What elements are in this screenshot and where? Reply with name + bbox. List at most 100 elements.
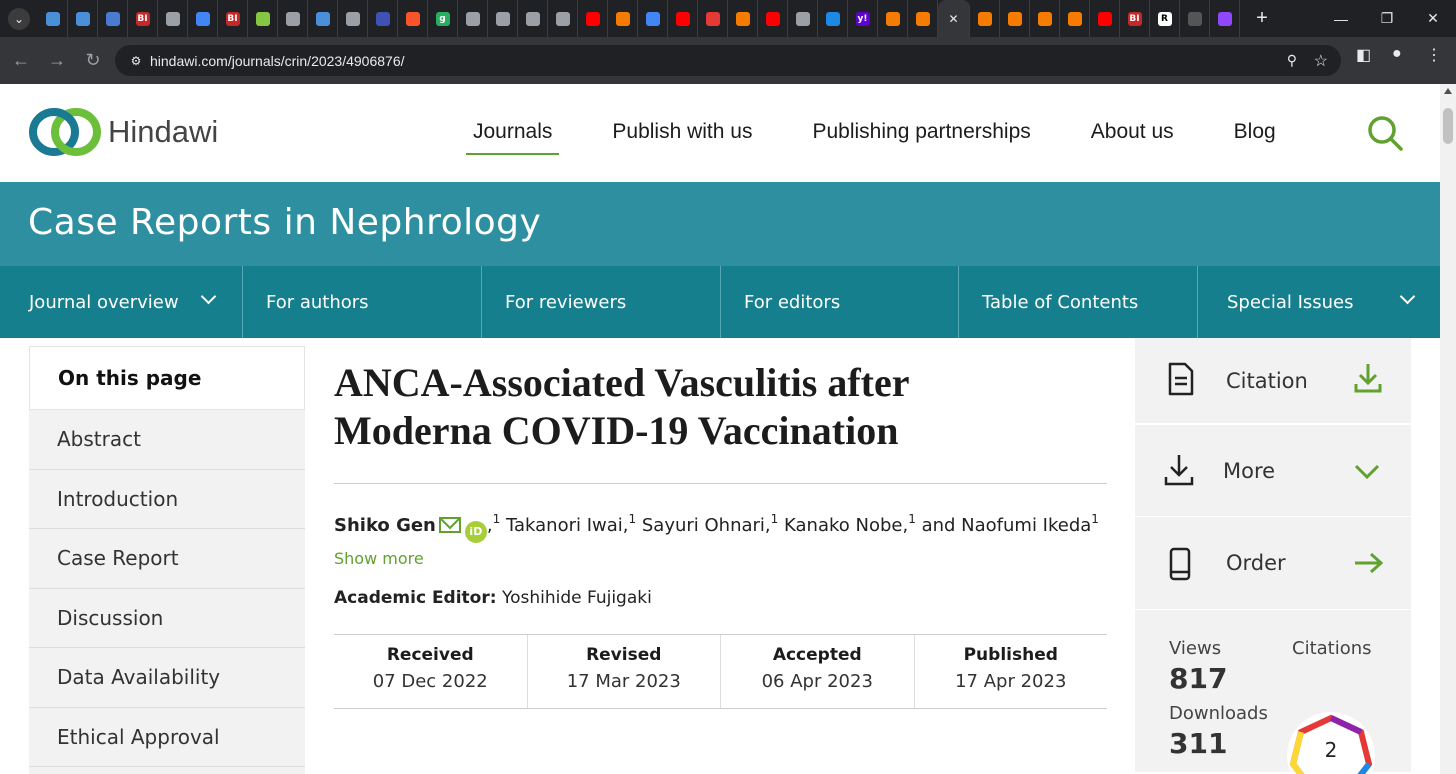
subnav-for-editors[interactable]: For editors <box>721 266 959 338</box>
browser-tab[interactable] <box>398 0 428 37</box>
browser-tab[interactable]: BI <box>128 0 158 37</box>
browser-tab[interactable] <box>638 0 668 37</box>
hindawi-logo[interactable]: Hindawi <box>28 104 218 160</box>
author-name[interactable]: Takanori Iwai, <box>506 515 629 536</box>
browser-tab[interactable] <box>458 0 488 37</box>
browser-tab[interactable] <box>1060 0 1090 37</box>
browser-tab[interactable] <box>1000 0 1030 37</box>
maximize-button[interactable]: ❐ <box>1364 0 1410 37</box>
browser-tab[interactable] <box>970 0 1000 37</box>
browser-tab[interactable] <box>908 0 938 37</box>
journal-title[interactable]: Case Reports in Nephrology <box>28 202 541 243</box>
zoom-icon[interactable]: ⚲ <box>1287 52 1297 69</box>
author-name[interactable]: and Naofumi Ikeda <box>922 515 1092 536</box>
browser-tab[interactable] <box>668 0 698 37</box>
orcid-icon[interactable]: iD <box>464 521 487 543</box>
show-more-link[interactable]: Show more <box>334 549 1107 568</box>
browser-tab[interactable]: BI <box>1120 0 1150 37</box>
author-name[interactable]: Shiko Gen <box>334 515 436 536</box>
scrollbar-thumb[interactable] <box>1443 108 1453 144</box>
side-panel-icon[interactable]: ◧ <box>1356 45 1371 65</box>
dimensions-badge[interactable]: 2 <box>1285 710 1377 774</box>
browser-tab[interactable]: y! <box>848 0 878 37</box>
browser-tab[interactable] <box>518 0 548 37</box>
scroll-up-arrow-icon[interactable] <box>1444 88 1452 94</box>
browser-tab[interactable]: R <box>1150 0 1180 37</box>
browser-tab[interactable] <box>548 0 578 37</box>
browser-tab[interactable] <box>158 0 188 37</box>
browser-tab[interactable] <box>1210 0 1240 37</box>
browser-tab[interactable] <box>788 0 818 37</box>
browser-tab[interactable] <box>488 0 518 37</box>
active-tab[interactable]: ✕ <box>938 0 970 37</box>
divider <box>334 483 1107 484</box>
subnav-for-reviewers[interactable]: For reviewers <box>482 266 721 338</box>
subnav-journal-overview[interactable]: Journal overview <box>0 266 243 338</box>
back-button[interactable]: ← <box>4 44 38 78</box>
browser-tab[interactable] <box>98 0 128 37</box>
browser-tab[interactable] <box>188 0 218 37</box>
browser-tab[interactable] <box>308 0 338 37</box>
author-name[interactable]: Sayuri Ohnari, <box>642 515 771 536</box>
browser-tab[interactable] <box>338 0 368 37</box>
more-label: More <box>1223 458 1276 483</box>
bookmark-star-icon[interactable]: ☆ <box>1314 51 1328 71</box>
browser-tab[interactable] <box>698 0 728 37</box>
subnav-label: For reviewers <box>505 291 627 313</box>
browser-tab[interactable] <box>1090 0 1120 37</box>
profile-icon[interactable]: ● <box>1392 45 1402 63</box>
nav-journals[interactable]: Journals <box>466 120 560 155</box>
otp-item-abstract[interactable]: Abstract <box>29 410 305 470</box>
new-tab-button[interactable]: + <box>1250 7 1274 30</box>
order-label: Order <box>1226 551 1286 575</box>
nav-blog[interactable]: Blog <box>1227 120 1283 144</box>
nav-publish-with-us[interactable]: Publish with us <box>605 120 759 144</box>
journal-subnav: Journal overview For authors For reviewe… <box>0 266 1440 338</box>
forward-button[interactable]: → <box>40 44 74 78</box>
search-icon[interactable] <box>1366 114 1404 152</box>
close-tab-icon[interactable]: ✕ <box>948 12 958 26</box>
browser-tab[interactable] <box>278 0 308 37</box>
nav-about-us[interactable]: About us <box>1084 120 1181 144</box>
document-icon <box>1168 362 1194 396</box>
url-text[interactable]: hindawi.com/journals/crin/2023/4906876/ <box>150 53 405 69</box>
citation-button[interactable]: Citation <box>1135 338 1411 424</box>
otp-item-introduction[interactable]: Introduction <box>29 470 305 529</box>
otp-item-discussion[interactable]: Discussion <box>29 589 305 648</box>
order-button[interactable]: Order <box>1135 517 1411 610</box>
email-icon[interactable] <box>438 517 461 533</box>
browser-tab[interactable] <box>578 0 608 37</box>
browser-tab[interactable] <box>608 0 638 37</box>
browser-tab[interactable] <box>818 0 848 37</box>
menu-icon[interactable]: ⋮ <box>1426 45 1442 65</box>
close-window-button[interactable]: ✕ <box>1410 0 1456 37</box>
minimize-button[interactable]: — <box>1318 0 1364 37</box>
reload-button[interactable]: ↻ <box>76 44 110 78</box>
author-name[interactable]: Kanako Nobe, <box>784 515 908 536</box>
browser-tab[interactable] <box>368 0 398 37</box>
subnav-label: For authors <box>266 291 369 313</box>
scrollbar[interactable] <box>1440 84 1456 774</box>
browser-tab[interactable]: BI <box>218 0 248 37</box>
browser-tab[interactable] <box>1030 0 1060 37</box>
browser-tab[interactable] <box>248 0 278 37</box>
tab-search-button[interactable]: ⌄ <box>8 7 30 30</box>
more-button[interactable]: More <box>1135 424 1411 517</box>
otp-item-ethical-approval[interactable]: Ethical Approval <box>29 708 305 767</box>
editor-name: Yoshihide Fujigaki <box>501 588 652 608</box>
otp-item-case-report[interactable]: Case Report <box>29 529 305 589</box>
subnav-for-authors[interactable]: For authors <box>243 266 482 338</box>
browser-tab[interactable]: g <box>428 0 458 37</box>
browser-tab[interactable] <box>878 0 908 37</box>
nav-publishing-partnerships[interactable]: Publishing partnerships <box>805 120 1037 144</box>
otp-item-data-availability[interactable]: Data Availability <box>29 648 305 708</box>
browser-tab[interactable] <box>38 0 68 37</box>
browser-tab[interactable] <box>728 0 758 37</box>
subnav-special-issues[interactable]: Special Issues <box>1198 266 1440 338</box>
browser-tab[interactable] <box>758 0 788 37</box>
address-bar[interactable]: ⚙ hindawi.com/journals/crin/2023/4906876… <box>115 45 1341 76</box>
subnav-table-of-contents[interactable]: Table of Contents <box>959 266 1198 338</box>
browser-tab[interactable] <box>68 0 98 37</box>
browser-tab[interactable] <box>1180 0 1210 37</box>
site-info-icon[interactable]: ⚙ <box>124 54 148 68</box>
